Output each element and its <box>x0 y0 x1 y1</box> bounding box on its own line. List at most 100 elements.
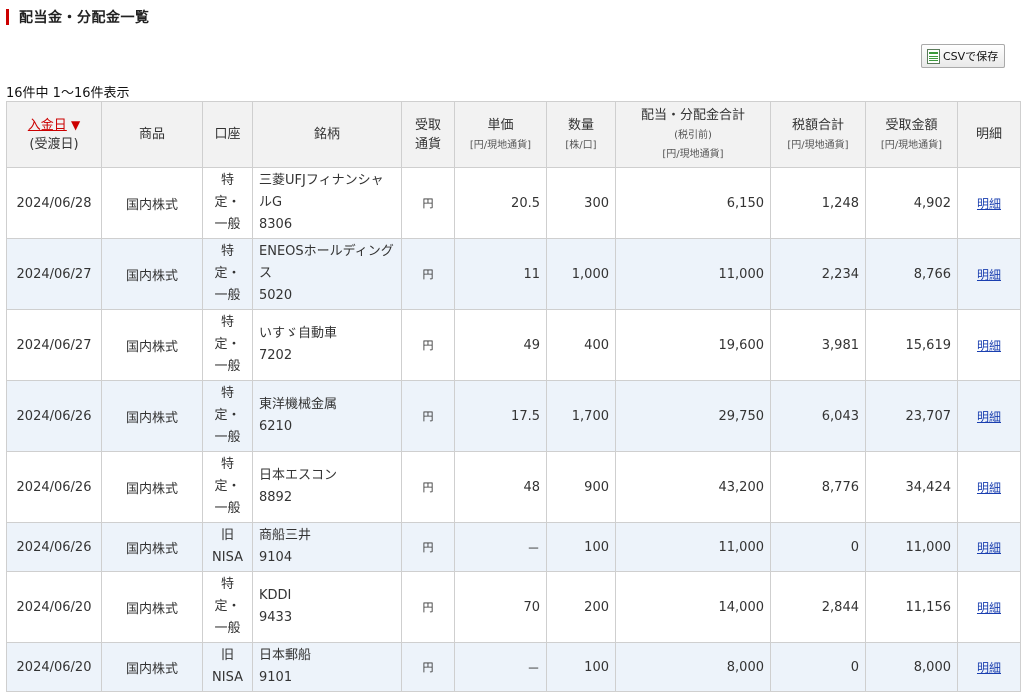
account-line: 定・ <box>214 599 241 614</box>
account-line: 定・ <box>214 408 241 423</box>
account-line: 一般 <box>214 621 241 636</box>
issue-name: 商船三井 <box>259 528 312 543</box>
title-accent-bar <box>6 9 9 25</box>
cell-received-amount: 34,424 <box>865 451 958 523</box>
cell-detail: 明細 <box>957 167 1021 239</box>
cell-product: 国内株式 <box>101 380 203 452</box>
cell-dividend-total: 6,150 <box>615 167 771 239</box>
header-issue: 銘柄 <box>252 101 402 168</box>
dividend-list-page: 配当金・分配金一覧 CSVで保存 16件中 1〜16件表示 入金日 ▼ (受渡日… <box>0 0 1024 692</box>
header-quantity-unit: [株/口] <box>565 139 597 151</box>
detail-link[interactable]: 明細 <box>977 410 1001 424</box>
account-line: 旧 <box>220 648 234 663</box>
detail-link[interactable]: 明細 <box>977 268 1001 282</box>
cell-account: 旧 NISA <box>202 522 253 572</box>
account-line: 一般 <box>214 288 241 303</box>
header-received-amount-unit: [円/現地通貨] <box>880 139 943 151</box>
cell-issue: 三菱UFJフィナンシャルG 8306 <box>252 167 402 239</box>
cell-tax-total: 6,043 <box>770 380 866 452</box>
detail-link[interactable]: 明細 <box>977 541 1001 555</box>
issue-code: 9101 <box>259 670 293 685</box>
cell-detail: 明細 <box>957 451 1021 523</box>
issue-code: 9104 <box>259 550 293 565</box>
cell-issue: いすゞ自動車 7202 <box>252 309 402 381</box>
cell-unit-price: 49 <box>454 309 547 381</box>
account-line: NISA <box>212 550 243 565</box>
header-received-amount-label: 受取金額 <box>885 117 938 133</box>
sort-by-date-link[interactable]: 入金日 <box>28 118 67 133</box>
cell-detail: 明細 <box>957 571 1021 643</box>
cell-product: 国内株式 <box>101 309 203 381</box>
cell-detail: 明細 <box>957 309 1021 381</box>
header-detail: 明細 <box>957 101 1021 168</box>
cell-date: 2024/06/20 <box>6 571 102 643</box>
cell-issue: 商船三井 9104 <box>252 522 402 572</box>
account-line: 特 <box>220 577 234 592</box>
header-unit-price: 単価 [円/現地通貨] <box>454 101 547 168</box>
cell-received-amount: 11,156 <box>865 571 958 643</box>
header-unit-price-label: 単価 <box>487 117 514 133</box>
cell-unit-price: 48 <box>454 451 547 523</box>
page-title: 配当金・分配金一覧 <box>6 8 150 26</box>
detail-link[interactable]: 明細 <box>977 339 1001 353</box>
cell-quantity: 300 <box>546 167 616 239</box>
detail-link[interactable]: 明細 <box>977 601 1001 615</box>
cell-product: 国内株式 <box>101 642 203 692</box>
account-line: 特 <box>220 244 234 259</box>
cell-account: 特定・ 一般 <box>202 451 253 523</box>
sort-desc-icon[interactable]: ▼ <box>71 118 80 132</box>
cell-dividend-total: 43,200 <box>615 451 771 523</box>
cell-tax-total: 0 <box>770 642 866 692</box>
header-product: 商品 <box>101 101 203 168</box>
cell-received-amount: 4,902 <box>865 167 958 239</box>
cell-detail: 明細 <box>957 380 1021 452</box>
cell-account: 特定・ 一般 <box>202 238 253 310</box>
cell-account: 特定・ 一般 <box>202 309 253 381</box>
detail-link[interactable]: 明細 <box>977 197 1001 211</box>
cell-quantity: 900 <box>546 451 616 523</box>
cell-product: 国内株式 <box>101 522 203 572</box>
account-line: 旧 <box>220 528 234 543</box>
header-currency: 受取 通貨 <box>401 101 455 168</box>
cell-received-amount: 8,766 <box>865 238 958 310</box>
cell-currency: 円 <box>401 522 455 572</box>
result-count: 16件中 1〜16件表示 <box>6 86 130 101</box>
cell-quantity: 100 <box>546 522 616 572</box>
cell-product: 国内株式 <box>101 451 203 523</box>
cell-unit-price: 70 <box>454 571 547 643</box>
csv-save-button[interactable]: CSVで保存 <box>921 44 1005 68</box>
cell-received-amount: 8,000 <box>865 642 958 692</box>
header-received-amount: 受取金額 [円/現地通貨] <box>865 101 958 168</box>
cell-account: 旧 NISA <box>202 642 253 692</box>
table-row: 2024/06/20 国内株式旧 NISA 日本郵船 9101 円－ 100 8,000 0 8,… <box>6 642 1021 692</box>
cell-currency: 円 <box>401 642 455 692</box>
cell-dividend-total: 19,600 <box>615 309 771 381</box>
account-line: 特 <box>220 457 234 472</box>
detail-link[interactable]: 明細 <box>977 661 1001 675</box>
cell-currency: 円 <box>401 309 455 381</box>
cell-issue: 東洋機械金属 6210 <box>252 380 402 452</box>
cell-product: 国内株式 <box>101 238 203 310</box>
cell-quantity: 100 <box>546 642 616 692</box>
header-tax-total: 税額合計 [円/現地通貨] <box>770 101 866 168</box>
cell-quantity: 400 <box>546 309 616 381</box>
cell-tax-total: 3,981 <box>770 309 866 381</box>
cell-received-amount: 11,000 <box>865 522 958 572</box>
account-line: 一般 <box>214 217 241 232</box>
header-account: 口座 <box>202 101 253 168</box>
cell-date: 2024/06/27 <box>6 238 102 310</box>
cell-tax-total: 0 <box>770 522 866 572</box>
header-dividend-total-sub: (税引前) <box>674 130 712 141</box>
cell-currency: 円 <box>401 167 455 239</box>
cell-product: 国内株式 <box>101 571 203 643</box>
cell-date: 2024/06/26 <box>6 451 102 523</box>
page-title-text: 配当金・分配金一覧 <box>19 10 150 26</box>
cell-tax-total: 1,248 <box>770 167 866 239</box>
account-line: 定・ <box>214 266 241 281</box>
issue-name: いすゞ自動車 <box>259 326 338 341</box>
cell-unit-price: － <box>454 522 547 572</box>
cell-dividend-total: 8,000 <box>615 642 771 692</box>
cell-currency: 円 <box>401 451 455 523</box>
spreadsheet-icon <box>927 48 940 64</box>
detail-link[interactable]: 明細 <box>977 481 1001 495</box>
